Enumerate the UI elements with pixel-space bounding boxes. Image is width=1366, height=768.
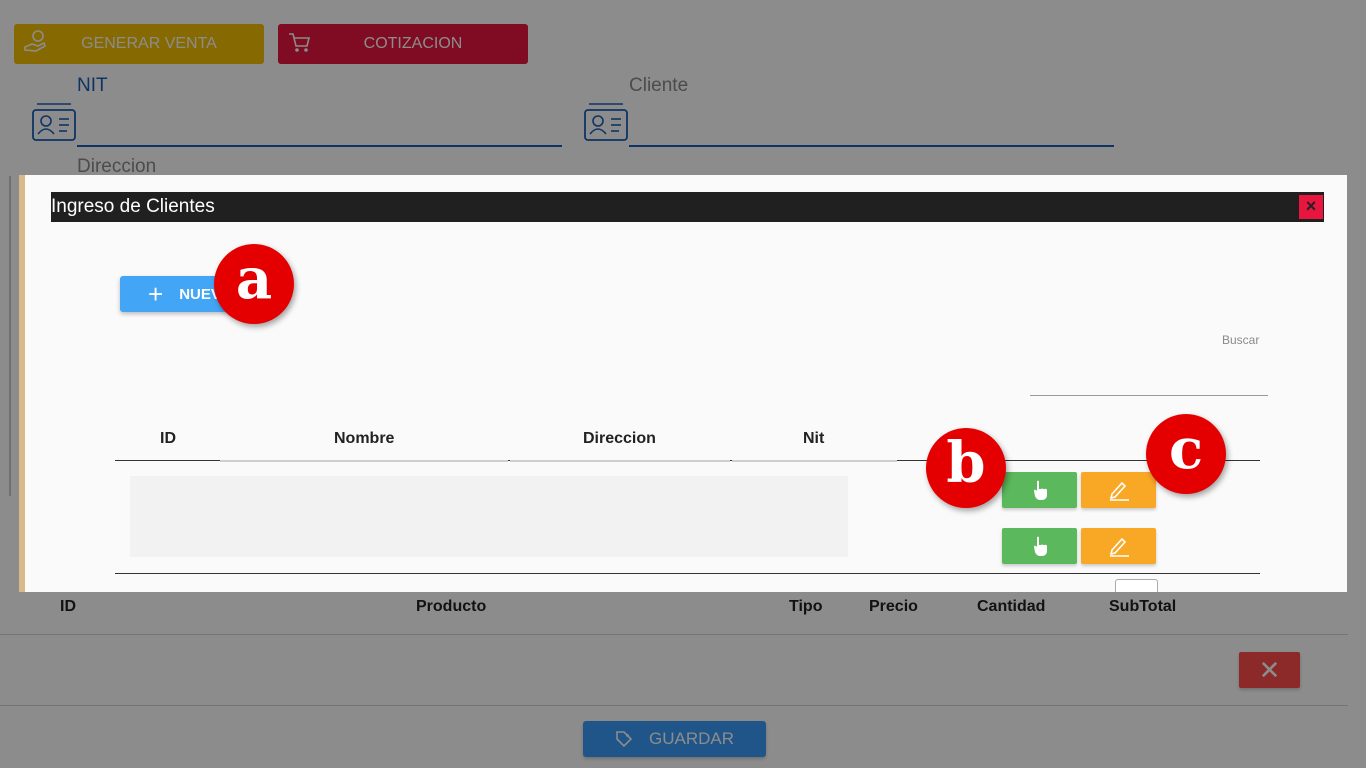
col-direccion: Direccion	[583, 430, 656, 447]
pointer-hand-icon	[1033, 536, 1047, 556]
edit-pencil-icon	[1109, 481, 1129, 501]
edit-client-button[interactable]	[1081, 472, 1156, 508]
select-client-button[interactable]	[1002, 472, 1077, 508]
callout-b: b	[926, 428, 1006, 508]
edit-pencil-icon	[1109, 537, 1129, 557]
table-footer-line	[115, 573, 1260, 574]
column-divider	[220, 460, 508, 462]
edit-client-button[interactable]	[1081, 528, 1156, 564]
buscar-input[interactable]	[1030, 395, 1268, 396]
plus-icon: +	[148, 279, 164, 309]
page-size-select[interactable]	[1115, 579, 1158, 592]
callout-a: a	[214, 244, 294, 324]
callout-c: c	[1146, 414, 1226, 494]
pointer-hand-icon	[1033, 480, 1047, 500]
select-client-button[interactable]	[1002, 528, 1077, 564]
column-divider	[510, 460, 730, 462]
close-icon: ×	[1305, 196, 1317, 216]
col-nit: Nit	[803, 430, 825, 447]
modal-title: Ingreso de Clientes	[51, 196, 215, 217]
buscar-label: Buscar	[1222, 333, 1260, 347]
table-row	[130, 476, 848, 557]
close-button[interactable]: ×	[1299, 195, 1323, 219]
column-divider	[732, 460, 897, 462]
modal-header: Ingreso de Clientes	[51, 192, 1324, 222]
clientes-modal: Ingreso de Clientes × + NUEVO Buscar ID …	[25, 175, 1347, 592]
col-nombre: Nombre	[334, 430, 395, 447]
col-id: ID	[160, 430, 176, 447]
